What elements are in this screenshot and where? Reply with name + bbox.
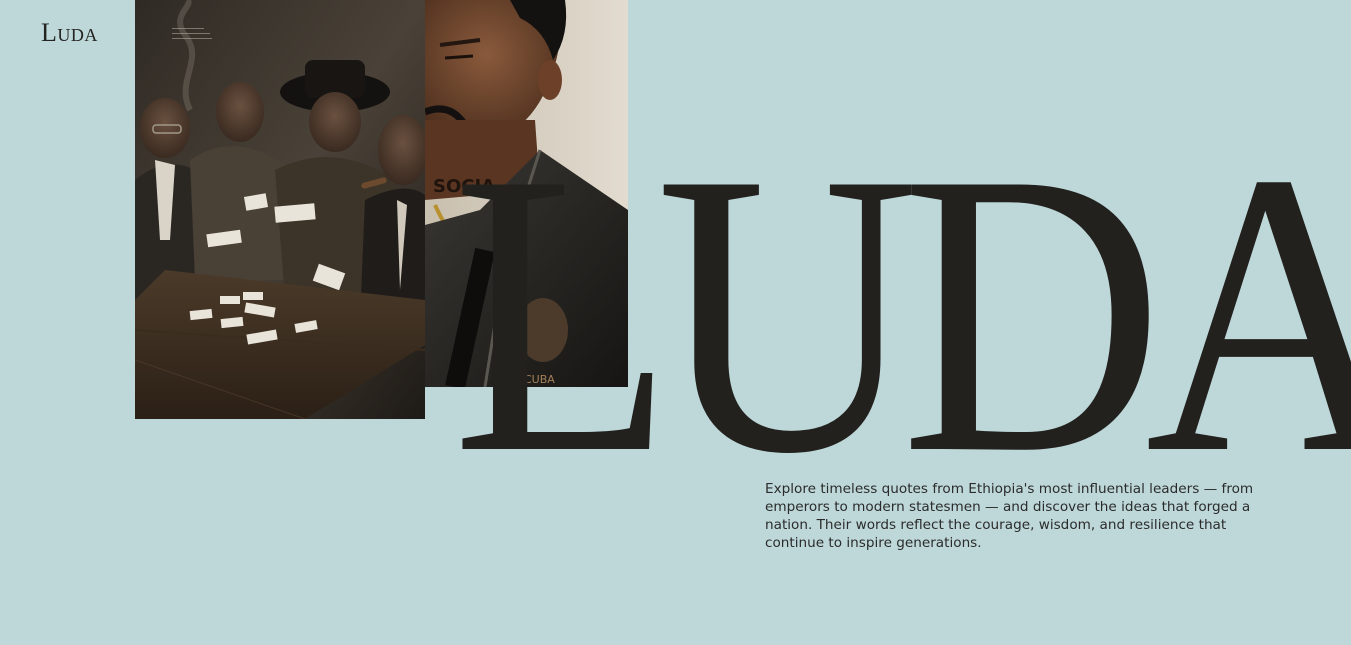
site-logo[interactable]: Luda <box>41 18 98 48</box>
menu-line <box>172 33 210 34</box>
menu-line <box>172 38 212 39</box>
hero-headline: LUDA <box>452 90 1351 537</box>
card-players-photo <box>135 0 425 419</box>
menu-line <box>172 28 204 29</box>
hamburger-menu-icon[interactable] <box>168 24 214 44</box>
